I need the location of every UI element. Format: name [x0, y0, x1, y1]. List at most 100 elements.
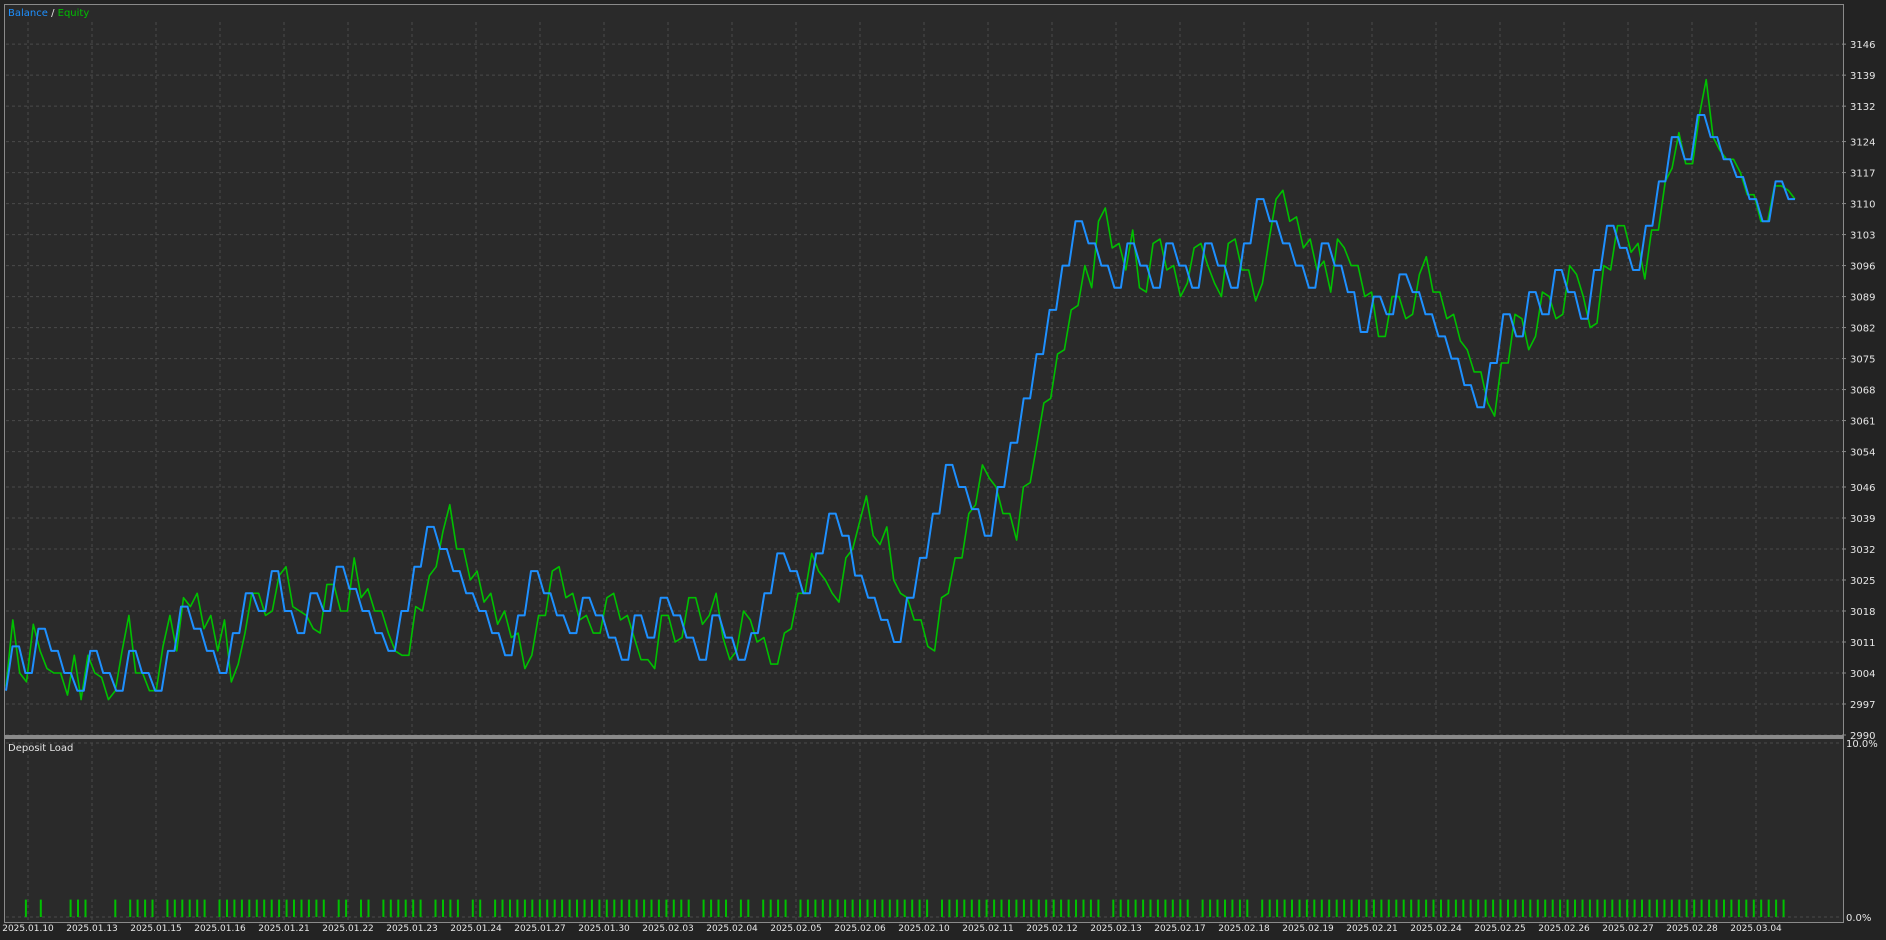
deposit-load-bar — [1082, 899, 1085, 917]
x-tick-label: 2025.02.17 — [1154, 924, 1206, 934]
x-tick-label: 2025.01.30 — [578, 924, 630, 934]
deposit-load-bar — [1782, 899, 1785, 917]
deposit-load-bar — [77, 899, 79, 917]
deposit-load-bar — [881, 899, 884, 917]
deposit-load-bar — [568, 899, 571, 917]
deposit-load-bar — [196, 899, 199, 917]
x-tick-label: 2025.01.23 — [386, 924, 438, 934]
deposit-load-bar — [1231, 899, 1234, 917]
x-tick-label: 2025.02.21 — [1346, 924, 1398, 934]
deposit-load-bar — [1372, 899, 1375, 917]
deposit-load-bar — [985, 899, 988, 917]
x-tick-label: 2025.02.25 — [1474, 924, 1526, 934]
panel-separator[interactable] — [5, 735, 1843, 739]
deposit-load-bar — [1268, 899, 1271, 917]
deposit-load-bar — [1417, 899, 1420, 917]
legend-balance-label: Balance — [8, 8, 48, 19]
y-tick-label: 3004 — [1850, 669, 1875, 680]
deposit-load-bar — [970, 899, 973, 917]
deposit-load-bar — [1499, 899, 1502, 917]
deposit-load-bar — [717, 899, 720, 917]
deposit-load-bar — [844, 899, 847, 917]
deposit-load-bar — [1715, 899, 1718, 917]
deposit-load-bar — [1536, 899, 1539, 917]
deposit-load-bar — [1037, 899, 1040, 917]
deposit-load-panel: 10.0% 0.0% Deposit Load — [5, 739, 1878, 924]
deposit-load-bar — [1730, 899, 1733, 917]
deposit-load-bar — [941, 899, 943, 917]
deposit-load-bar — [39, 899, 42, 917]
deposit-load-bar — [1611, 899, 1614, 917]
deposit-load-bar — [1156, 899, 1159, 917]
x-tick-label: 2025.02.10 — [898, 924, 950, 934]
deposit-load-bar — [233, 899, 236, 917]
y-tick-label: 3089 — [1850, 293, 1875, 304]
deposit-load-bar — [1469, 899, 1472, 917]
x-tick-label: 2025.01.21 — [258, 924, 310, 934]
deposit-load-bar — [1298, 899, 1301, 917]
deposit-load-bar — [948, 899, 951, 917]
deposit-load-bar — [322, 899, 325, 917]
deposit-load-bar — [1663, 899, 1666, 917]
x-tick-label: 2025.01.13 — [66, 924, 118, 934]
x-tick-label: 2025.01.27 — [514, 924, 566, 934]
deposit-load-bar — [821, 899, 824, 917]
y-tick-label: 3117 — [1850, 169, 1875, 180]
deposit-load-bar — [710, 899, 713, 917]
deposit-load-bar — [1224, 899, 1226, 917]
deposit-load-bar — [739, 899, 742, 917]
deposit-load-bar — [1343, 899, 1346, 917]
x-tick-label: 2025.02.05 — [770, 924, 822, 934]
deposit-load-bar — [285, 899, 288, 917]
deposit-load-bar — [859, 899, 861, 917]
deposit-load-bar — [680, 899, 683, 917]
y-tick-label: 3103 — [1850, 231, 1875, 242]
deposit-load-bar — [993, 899, 996, 917]
deposit-load-bar — [643, 899, 646, 917]
deposit-load-bar — [1015, 899, 1018, 917]
deposit-load-bar — [1075, 899, 1077, 917]
deposit-load-bar — [1313, 899, 1316, 917]
y-tick-label: 0.0% — [1846, 913, 1871, 924]
deposit-load-bar — [1745, 899, 1748, 917]
deposit-load-bar — [1089, 899, 1092, 917]
deposit-load-bar — [1529, 899, 1532, 917]
deposit-load-bar — [1767, 899, 1770, 917]
deposit-load-bar — [1760, 899, 1763, 917]
x-tick-label: 2025.01.10 — [2, 924, 54, 934]
deposit-load-bar — [806, 899, 809, 917]
deposit-load-bar — [1775, 899, 1778, 917]
deposit-load-bar — [1588, 899, 1591, 917]
deposit-load-bar — [672, 899, 675, 917]
deposit-load-bar — [144, 899, 147, 917]
y-tick-label: 3139 — [1850, 71, 1875, 82]
deposit-load-bar — [188, 899, 191, 917]
deposit-load-bar — [1350, 899, 1353, 917]
deposit-load-bar — [1581, 899, 1584, 917]
deposit-load-bar — [978, 899, 981, 917]
deposit-load-bar — [1149, 899, 1152, 917]
deposit-load-bar — [1521, 899, 1524, 917]
deposit-load-bar — [1737, 899, 1740, 917]
y-tick-label: 2997 — [1850, 700, 1875, 711]
y-tick-label: 3124 — [1850, 138, 1875, 149]
deposit-load-bar — [1119, 899, 1122, 917]
y-tick-label: 3011 — [1850, 638, 1875, 649]
deposit-load-bar — [315, 899, 318, 917]
deposit-load-bar — [1648, 899, 1651, 917]
deposit-load-bar — [1142, 899, 1145, 917]
deposit-load-bar — [1559, 899, 1562, 917]
deposit-load-bar — [866, 899, 869, 917]
deposit-load-bar — [270, 899, 273, 917]
deposit-load-bar — [576, 899, 578, 917]
y-tick-label: 3018 — [1850, 607, 1875, 618]
deposit-load-bar — [1462, 899, 1465, 917]
deposit-load-bar — [1410, 899, 1413, 917]
deposit-load-bar — [501, 899, 504, 917]
y-tick-label: 3025 — [1850, 576, 1875, 587]
deposit-load-bar — [226, 899, 228, 917]
deposit-load-bar — [1335, 899, 1338, 917]
deposit-load-bar — [963, 899, 966, 917]
deposit-load-bar — [382, 899, 385, 917]
y-tick-label: 3082 — [1850, 324, 1875, 335]
